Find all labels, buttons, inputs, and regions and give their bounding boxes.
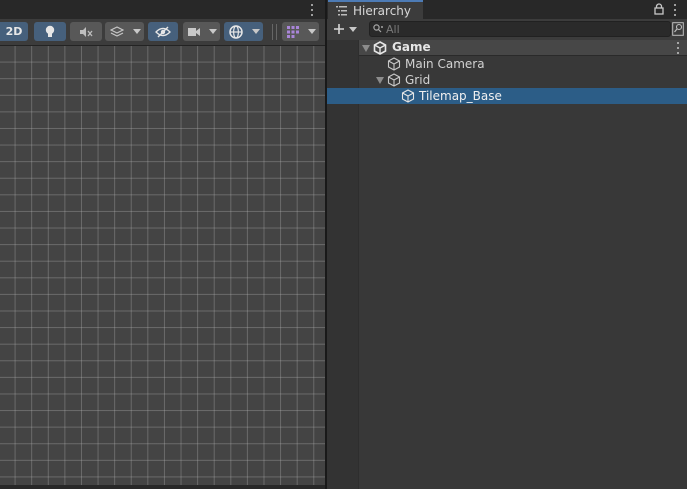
hierarchy-tab-bar: Hierarchy — [327, 0, 687, 19]
scene-panel-menu-icon[interactable] — [310, 4, 314, 16]
scene-row-menu-icon[interactable] — [676, 42, 680, 54]
grid-snap-icon — [287, 25, 299, 38]
tree-row-label: Tilemap_Base — [419, 89, 502, 103]
toolbar-separator — [272, 24, 273, 40]
chevron-down-icon — [208, 29, 217, 34]
lock-icon[interactable] — [654, 3, 664, 15]
scene-camera-dropdown[interactable] — [205, 22, 220, 41]
create-button[interactable] — [332, 22, 360, 37]
chevron-down-icon — [307, 29, 316, 34]
search-icon — [373, 24, 383, 33]
hierarchy-list-icon — [336, 5, 347, 15]
scene-view-panel: 2D — [0, 0, 325, 489]
tree-row-label: Game — [392, 40, 431, 54]
tree-row-grid[interactable]: Grid — [359, 72, 687, 88]
plus-icon — [334, 24, 344, 34]
scene-grid-viewport[interactable] — [0, 46, 325, 485]
hierarchy-toolbar — [327, 19, 687, 41]
scene-effects-dropdown[interactable] — [129, 22, 144, 41]
scene-lighting-toggle[interactable] — [34, 22, 66, 41]
scene-tab-bar — [0, 0, 325, 19]
scene-camera-toggle[interactable] — [183, 22, 205, 41]
chevron-down-icon — [132, 29, 141, 34]
hierarchy-search — [369, 21, 671, 37]
scene-audio-toggle[interactable] — [70, 22, 102, 41]
visibility-hidden-icon — [155, 26, 171, 37]
chevron-down-icon — [349, 27, 357, 32]
scene-toolbar: 2D — [0, 19, 325, 46]
expand-toggle-icon[interactable] — [362, 45, 370, 52]
scene-effects-toggle[interactable] — [105, 22, 129, 41]
scene-grid-snap-dropdown[interactable] — [304, 22, 319, 41]
scene-bottom-border — [0, 485, 325, 489]
tree-row-main-camera[interactable]: Main Camera — [359, 56, 687, 72]
gameobject-cube-icon — [387, 57, 401, 71]
camera-icon — [188, 27, 200, 36]
search-input[interactable] — [386, 22, 636, 36]
effects-layers-icon — [110, 25, 124, 37]
mode-2d-label: 2D — [5, 25, 23, 38]
toolbar-separator — [276, 24, 277, 40]
gizmo-globe-icon — [229, 24, 243, 39]
tree-row-label: Main Camera — [405, 57, 485, 71]
scene-gizmos-toggle[interactable] — [224, 22, 248, 41]
gameobject-cube-icon — [401, 89, 415, 103]
hierarchy-panel-menu-icon[interactable] — [673, 4, 677, 16]
tab-hierarchy[interactable]: Hierarchy — [328, 0, 423, 19]
chevron-down-icon — [251, 29, 260, 34]
audio-mute-icon — [80, 26, 93, 37]
lightbulb-icon — [45, 25, 55, 37]
tree-row-tilemap-base[interactable]: Tilemap_Base — [327, 88, 687, 104]
hierarchy-gutter — [327, 40, 359, 489]
tree-row-label: Grid — [405, 73, 431, 87]
scene-gizmos-dropdown[interactable] — [248, 22, 263, 41]
expand-toggle-icon[interactable] — [376, 77, 384, 84]
unity-scene-icon — [373, 41, 387, 55]
tree-row-game[interactable]: Game — [359, 40, 687, 56]
gameobject-cube-icon — [387, 73, 401, 87]
scene-search-icon[interactable] — [672, 22, 684, 36]
scene-visibility-toggle[interactable] — [148, 22, 178, 41]
tab-hierarchy-label: Hierarchy — [353, 3, 412, 18]
hierarchy-panel: Hierarchy All Game Main Camera Grid Tile… — [327, 0, 687, 489]
mode-2d-toggle[interactable]: 2D — [0, 22, 28, 41]
scene-grid-snap-toggle[interactable] — [282, 22, 304, 41]
